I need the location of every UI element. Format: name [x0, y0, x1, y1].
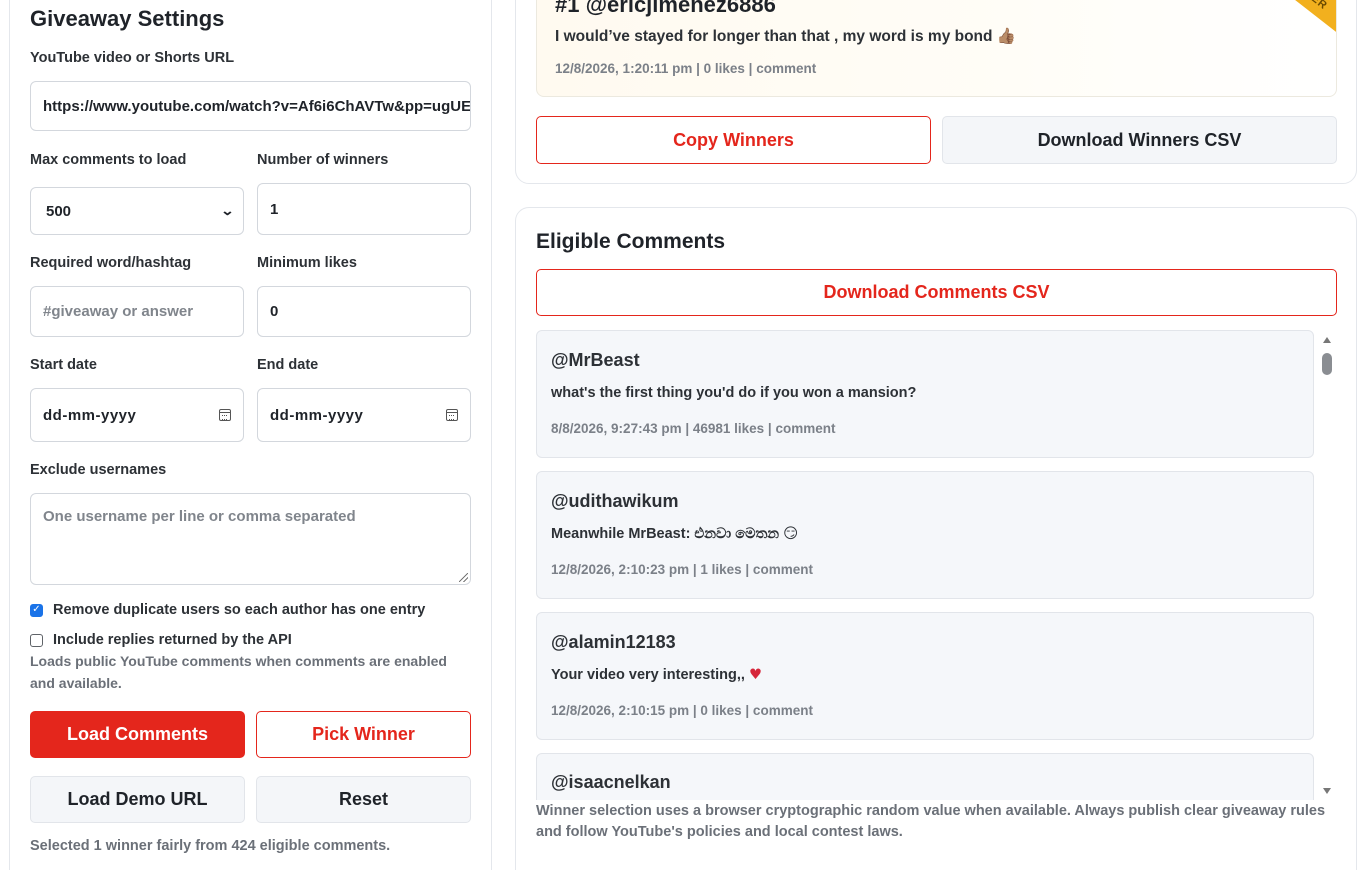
comment-text: Your video very interesting,, ♥: [551, 667, 762, 683]
comment-item: @alamin12183 Your video very interesting…: [536, 612, 1314, 740]
comment-author: @isaacnelkan: [551, 772, 671, 792]
comment-author: @alamin12183: [551, 632, 676, 652]
load-comments-button[interactable]: Load Comments: [30, 711, 245, 758]
eligible-comments-title: Eligible Comments: [536, 230, 726, 253]
load-demo-url-button[interactable]: Load Demo URL: [30, 776, 245, 823]
scrollbar-thumb[interactable]: [1322, 353, 1332, 375]
replies-checkbox[interactable]: [30, 633, 43, 647]
winners-input[interactable]: 1: [257, 183, 471, 235]
fairness-footnote: Winner selection uses a browser cryptogr…: [536, 803, 1326, 840]
start-date-input[interactable]: dd-mm-yyyy: [30, 388, 244, 442]
end-date-label: End date: [257, 357, 319, 373]
dedupe-option[interactable]: ✓ Remove duplicate users so each author …: [30, 602, 425, 618]
required-word-label: Required word/hashtag: [30, 255, 192, 271]
winner-comment-text: I would’ve stayed for longer than that ,…: [555, 28, 1017, 45]
comments-list[interactable]: @MrBeast what's the first thing you'd do…: [536, 330, 1316, 800]
copy-winners-button[interactable]: Copy Winners: [536, 116, 931, 164]
comment-item: @MrBeast what's the first thing you'd do…: [536, 330, 1314, 458]
calendar-icon[interactable]: [219, 409, 231, 421]
url-label: YouTube video or Shorts URL: [30, 50, 235, 66]
download-comments-csv-button[interactable]: Download Comments CSV: [536, 269, 1337, 316]
comment-text: Meanwhile MrBeast: එනවා මෙතන 😏: [551, 526, 799, 542]
comment-meta: 12/8/2026, 2:10:23 pm | 1 likes | commen…: [551, 562, 813, 577]
start-date-placeholder: dd-mm-yyyy: [43, 406, 137, 424]
replies-label: Include replies returned by the API: [53, 632, 292, 648]
comment-meta: 8/8/2026, 9:27:43 pm | 46981 likes | com…: [551, 421, 836, 436]
max-comments-select[interactable]: 500 ⌄: [30, 187, 244, 235]
comment-item: @udithawikum Meanwhile MrBeast: එනවා මෙත…: [536, 471, 1314, 599]
reset-button[interactable]: Reset: [256, 776, 471, 823]
winner-meta: 12/8/2026, 1:20:11 pm | 0 likes | commen…: [555, 61, 817, 76]
winners-label: Number of winners: [257, 152, 389, 168]
url-input[interactable]: https://www.youtube.com/watch?v=Af6i6ChA…: [30, 81, 471, 131]
scroll-up-arrow-icon[interactable]: [1323, 337, 1331, 343]
help-text: Loads public YouTube comments when comme…: [30, 653, 447, 691]
comment-author: @udithawikum: [551, 491, 679, 511]
replies-option[interactable]: Include replies returned by the API: [30, 632, 292, 648]
status-text: Selected 1 winner fairly from 424 eligib…: [30, 838, 391, 854]
scroll-down-arrow-icon[interactable]: [1323, 788, 1331, 794]
end-date-input[interactable]: dd-mm-yyyy: [257, 388, 471, 442]
chevron-down-icon: ⌄: [220, 203, 235, 218]
comments-scrollbar[interactable]: [1318, 332, 1336, 800]
resize-handle[interactable]: [459, 573, 468, 582]
dedupe-label: Remove duplicate users so each author ha…: [53, 602, 426, 618]
min-likes-label: Minimum likes: [257, 255, 357, 271]
max-comments-value: 500: [46, 202, 72, 220]
pick-winner-button[interactable]: Pick Winner: [256, 711, 471, 758]
comment-meta: 12/8/2026, 2:10:15 pm | 0 likes | commen…: [551, 703, 813, 718]
exclude-usernames-textarea[interactable]: One username per line or comma separated: [30, 493, 471, 585]
comment-text: what's the first thing you'd do if you w…: [551, 385, 917, 401]
comment-item: @isaacnelkan: [536, 753, 1314, 800]
min-likes-input[interactable]: 0: [257, 286, 471, 337]
end-date-placeholder: dd-mm-yyyy: [270, 406, 364, 424]
max-comments-label: Max comments to load: [30, 152, 187, 168]
page-title: Giveaway Settings: [30, 6, 225, 31]
winner-ribbon: WINNER: [1242, 0, 1336, 46]
required-word-input[interactable]: #giveaway or answer: [30, 286, 244, 337]
exclude-label: Exclude usernames: [30, 462, 167, 478]
start-date-label: Start date: [30, 357, 97, 373]
winner-name: #1 @ericjimenez6886: [555, 0, 776, 17]
calendar-icon[interactable]: [446, 409, 458, 421]
exclude-placeholder: One username per line or comma separated: [43, 508, 356, 525]
download-winners-csv-button[interactable]: Download Winners CSV: [942, 116, 1337, 164]
dedupe-checkbox[interactable]: ✓: [30, 603, 43, 617]
comment-author: @MrBeast: [551, 350, 640, 370]
